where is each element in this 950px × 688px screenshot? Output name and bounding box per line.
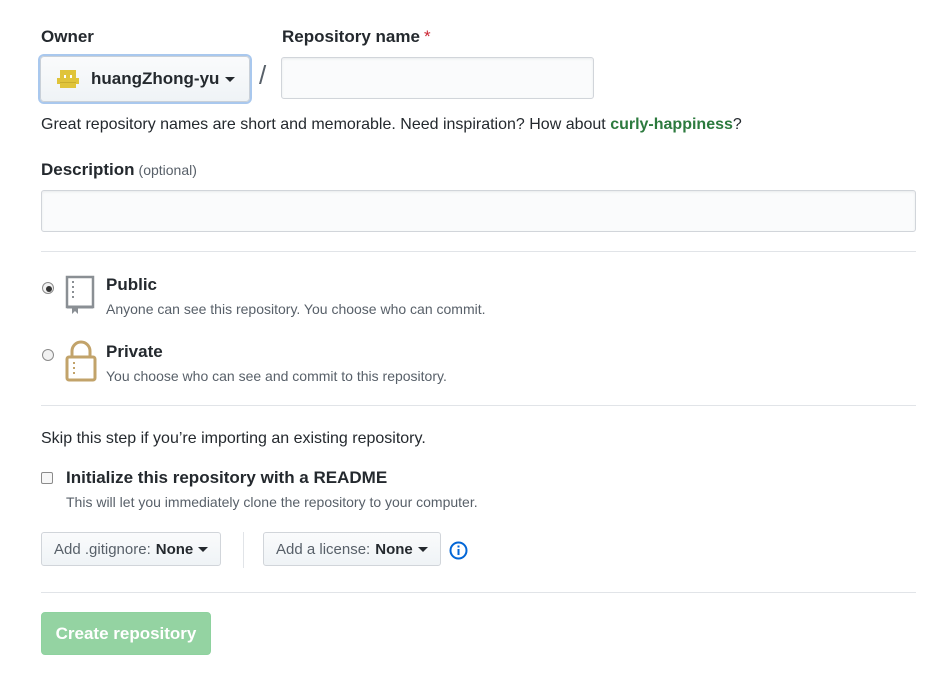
private-radio[interactable] <box>42 349 54 361</box>
divider <box>41 405 916 406</box>
select-divider <box>243 532 244 568</box>
readme-desc: This will let you immediately clone the … <box>66 494 478 510</box>
owner-name: huangZhong-yu <box>91 69 220 88</box>
repo-name-hint: Great repository names are short and mem… <box>41 116 742 134</box>
hint-prefix: Great repository names are short and mem… <box>41 116 611 133</box>
description-input[interactable] <box>41 190 916 232</box>
lock-icon <box>65 340 97 382</box>
repository-name-input[interactable] <box>281 57 594 99</box>
public-desc: Anyone can see this repository. You choo… <box>106 301 486 317</box>
repo-book-icon <box>65 275 95 314</box>
skip-note: Skip this step if you’re importing an ex… <box>41 430 426 447</box>
public-title: Public <box>106 275 158 294</box>
description-label-text: Description <box>41 160 135 179</box>
owner-repo-separator: / <box>259 60 267 90</box>
readme-label[interactable]: Initialize this repository with a README <box>66 468 387 488</box>
chevron-down-icon <box>225 76 236 82</box>
optional-tag: (optional) <box>138 162 197 178</box>
hint-suffix: ? <box>732 116 742 133</box>
private-title: Private <box>106 342 163 361</box>
chevron-down-icon <box>198 546 209 552</box>
private-desc: You choose who can see and commit to thi… <box>106 368 447 384</box>
repo-name-label: Repository name * <box>282 27 431 47</box>
readme-checkbox[interactable] <box>41 472 53 484</box>
license-label: Add a license: <box>276 540 371 558</box>
repo-name-label-text: Repository name <box>282 27 420 46</box>
gitignore-label: Add .gitignore: <box>54 540 151 558</box>
owner-label: Owner <box>41 27 94 46</box>
owner-select[interactable]: huangZhong-yu <box>40 56 250 102</box>
info-icon[interactable] <box>449 541 468 560</box>
divider <box>41 592 916 593</box>
suggestion-link[interactable]: curly-happiness <box>610 116 733 133</box>
license-select[interactable]: Add a license: None <box>263 532 441 566</box>
license-value: None <box>375 540 413 558</box>
gitignore-select[interactable]: Add .gitignore: None <box>41 532 222 566</box>
divider <box>41 251 916 252</box>
avatar <box>57 70 79 88</box>
gitignore-value: None <box>155 540 194 558</box>
create-repository-button[interactable]: Create repository <box>41 612 211 655</box>
public-radio[interactable] <box>42 282 54 294</box>
description-label: Description (optional) <box>41 160 197 180</box>
chevron-down-icon <box>417 546 428 552</box>
required-mark: * <box>423 27 431 46</box>
